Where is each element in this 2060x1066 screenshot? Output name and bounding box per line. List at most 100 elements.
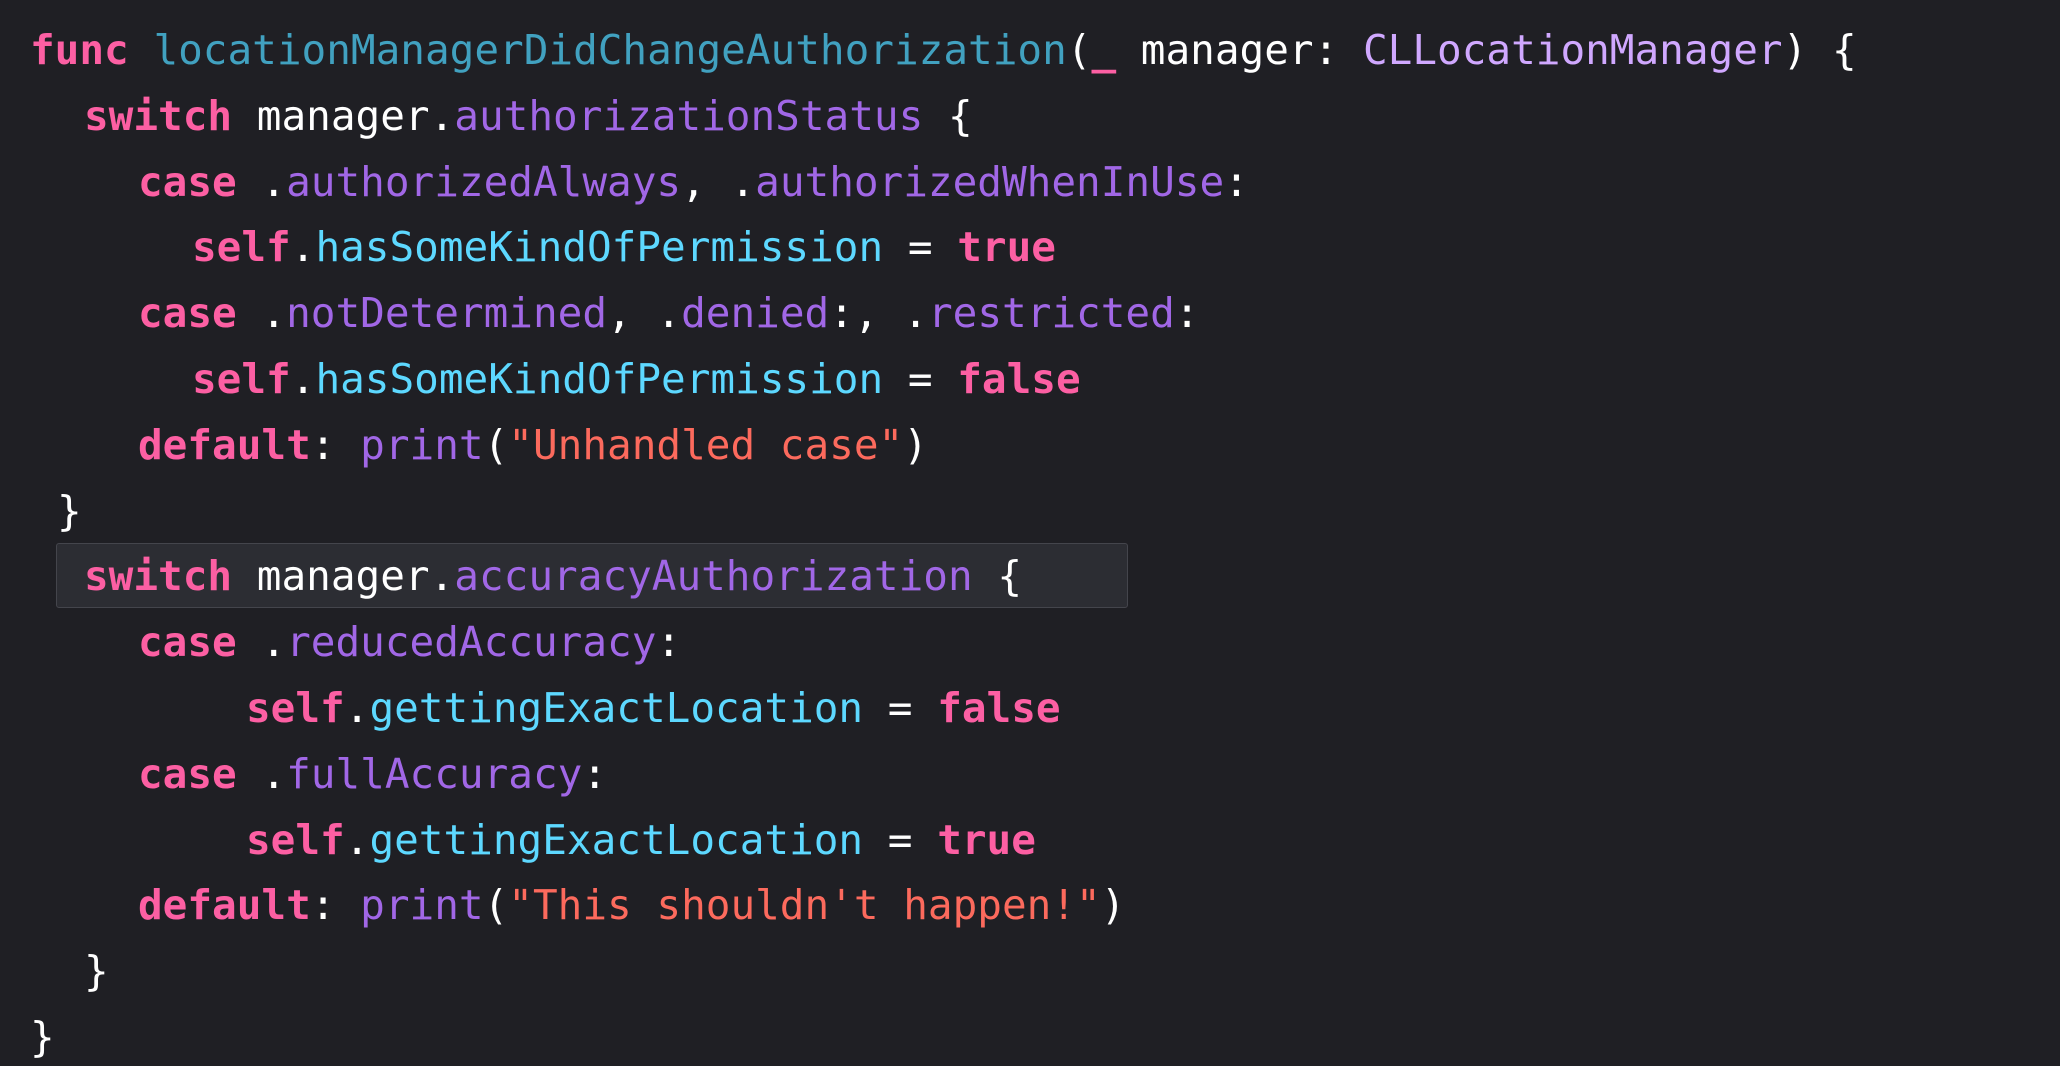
code-line[interactable]: switch manager.authorizationStatus { [30, 84, 2060, 150]
code-token-string: "Unhandled case" [508, 420, 904, 469]
code-line[interactable]: case .authorizedAlways, .authorizedWhenI… [30, 150, 2060, 216]
code-line-content: func locationManagerDidChangeAuthorizati… [30, 26, 1857, 74]
code-token-function-name: locationManagerDidChangeAuthorization [153, 26, 1067, 74]
code-line[interactable]: case .reducedAccuracy: [30, 610, 2060, 676]
code-token-plain: . [344, 683, 370, 732]
code-line[interactable]: self.hasSomeKindOfPermission = true [30, 215, 2060, 281]
code-token-instance-property: hasSomeKindOfPermission [315, 354, 884, 403]
code-block: func locationManagerDidChangeAuthorizati… [30, 18, 2060, 1066]
code-token-plain: . [236, 618, 287, 667]
code-line-content: self.gettingExactLocation = true [30, 816, 1036, 864]
code-line-content: self.hasSomeKindOfPermission = false [30, 355, 1081, 403]
code-line-content: case .fullAccuracy: [30, 750, 607, 798]
code-editor[interactable]: func locationManagerDidChangeAuthorizati… [0, 0, 2060, 1066]
code-line[interactable]: self.gettingExactLocation = true [30, 808, 2060, 874]
code-token-plain: { [923, 91, 973, 140]
code-token-property: print [360, 881, 484, 930]
code-token-plain: : [656, 618, 682, 667]
code-token-keyword: self [246, 683, 345, 732]
code-token-instance-property: gettingExactLocation [369, 683, 864, 732]
code-token-keyword: case [138, 289, 237, 338]
code-token-keyword: case [138, 157, 237, 206]
code-token-plain: } [57, 486, 82, 535]
code-token-instance-property: hasSomeKindOfPermission [315, 223, 884, 272]
code-token-property: print [360, 420, 484, 469]
code-line[interactable]: self.gettingExactLocation = false [30, 676, 2060, 742]
code-line-content: self.gettingExactLocation = false [30, 684, 1061, 732]
code-line[interactable]: } [30, 1005, 2060, 1066]
code-token-type: CLLocationManager [1362, 26, 1783, 74]
code-token-plain: manager: [1116, 26, 1363, 74]
code-token-keyword: func [30, 26, 129, 74]
code-token-plain: . [236, 749, 287, 798]
code-token-plain: } [30, 1012, 55, 1061]
code-line-content: } [30, 1013, 55, 1061]
code-token-plain: ) [1100, 881, 1126, 930]
code-token-property: denied [681, 289, 830, 338]
code-token-plain: ( [483, 881, 509, 930]
code-line-content: case .reducedAccuracy: [30, 618, 681, 666]
code-line-content: } [30, 487, 82, 535]
code-token-keyword: false [937, 683, 1061, 732]
code-token-plain: : [310, 420, 361, 469]
code-token-keyword: default [138, 420, 311, 469]
code-line-content: default: print("Unhandled case") [30, 421, 928, 469]
code-line[interactable]: func locationManagerDidChangeAuthorizati… [30, 18, 2060, 84]
code-line-content: switch manager.authorizationStatus { [30, 92, 973, 140]
code-token-plain: ( [1066, 26, 1092, 74]
code-token-keyword: default [138, 881, 311, 930]
code-line[interactable]: } [30, 479, 2060, 545]
code-token-plain: , . [681, 157, 756, 206]
code-token-plain: = [883, 354, 958, 403]
code-token-keyword: case [138, 749, 237, 798]
code-token-plain: . [236, 289, 287, 338]
code-line-content: case .notDetermined, .denied:, .restrict… [30, 289, 1199, 337]
code-token-plain: : [582, 749, 608, 798]
code-token-keyword: switch [84, 91, 233, 140]
code-line-content: default: print("This shouldn't happen!") [30, 881, 1125, 929]
code-token-keyword: self [192, 223, 291, 272]
code-token-plain: ) { [1782, 26, 1857, 74]
code-token-property: authorizationStatus [454, 91, 924, 140]
code-token-plain: :, . [829, 289, 928, 338]
code-token-plain: = [883, 223, 958, 272]
code-token-keyword: true [937, 815, 1036, 864]
code-token-property: accuracyAuthorization [454, 552, 973, 601]
code-token-instance-property: gettingExactLocation [369, 815, 864, 864]
code-token-plain: . [236, 157, 287, 206]
code-token-plain: : [310, 881, 361, 930]
code-token-keyword: self [246, 815, 345, 864]
code-token-plain: { [972, 552, 1023, 601]
code-token-property: restricted [927, 289, 1175, 338]
code-line-content: case .authorizedAlways, .authorizedWhenI… [30, 158, 1249, 206]
code-token-plain: } [84, 947, 109, 996]
code-line[interactable]: default: print("Unhandled case") [30, 413, 2060, 479]
code-token-plain: . [344, 815, 370, 864]
code-line-content: switch manager.accuracyAuthorization { [30, 552, 1022, 600]
code-token-property: notDetermined [286, 289, 608, 338]
code-line[interactable]: case .notDetermined, .denied:, .restrict… [30, 281, 2060, 347]
code-line[interactable]: } [30, 939, 2060, 1005]
code-token-keyword: false [957, 354, 1081, 403]
code-token-property: reducedAccuracy [286, 618, 657, 667]
code-line[interactable]: self.hasSomeKindOfPermission = false [30, 347, 2060, 413]
code-line-content: self.hasSomeKindOfPermission = true [30, 223, 1056, 271]
code-token-plain: . [290, 354, 316, 403]
code-token-keyword: self [192, 354, 291, 403]
code-token-plain: ( [483, 420, 509, 469]
code-token-plain: : [1224, 157, 1249, 206]
code-token-plain: = [863, 815, 938, 864]
code-token-property: authorizedAlways [286, 157, 682, 206]
code-token-plain: . [290, 223, 316, 272]
code-token-keyword: case [138, 618, 237, 667]
code-token-plain: , . [607, 289, 682, 338]
code-line-highlighted[interactable]: switch manager.accuracyAuthorization { [30, 543, 2060, 610]
code-token-string: "This shouldn't happen!" [508, 881, 1101, 930]
code-token-plain: : [1174, 289, 1200, 338]
code-token-plain: manager. [232, 91, 455, 140]
code-line[interactable]: case .fullAccuracy: [30, 742, 2060, 808]
code-token-property: fullAccuracy [286, 749, 583, 798]
code-line[interactable]: default: print("This shouldn't happen!") [30, 873, 2060, 939]
code-token-plain: = [863, 683, 938, 732]
